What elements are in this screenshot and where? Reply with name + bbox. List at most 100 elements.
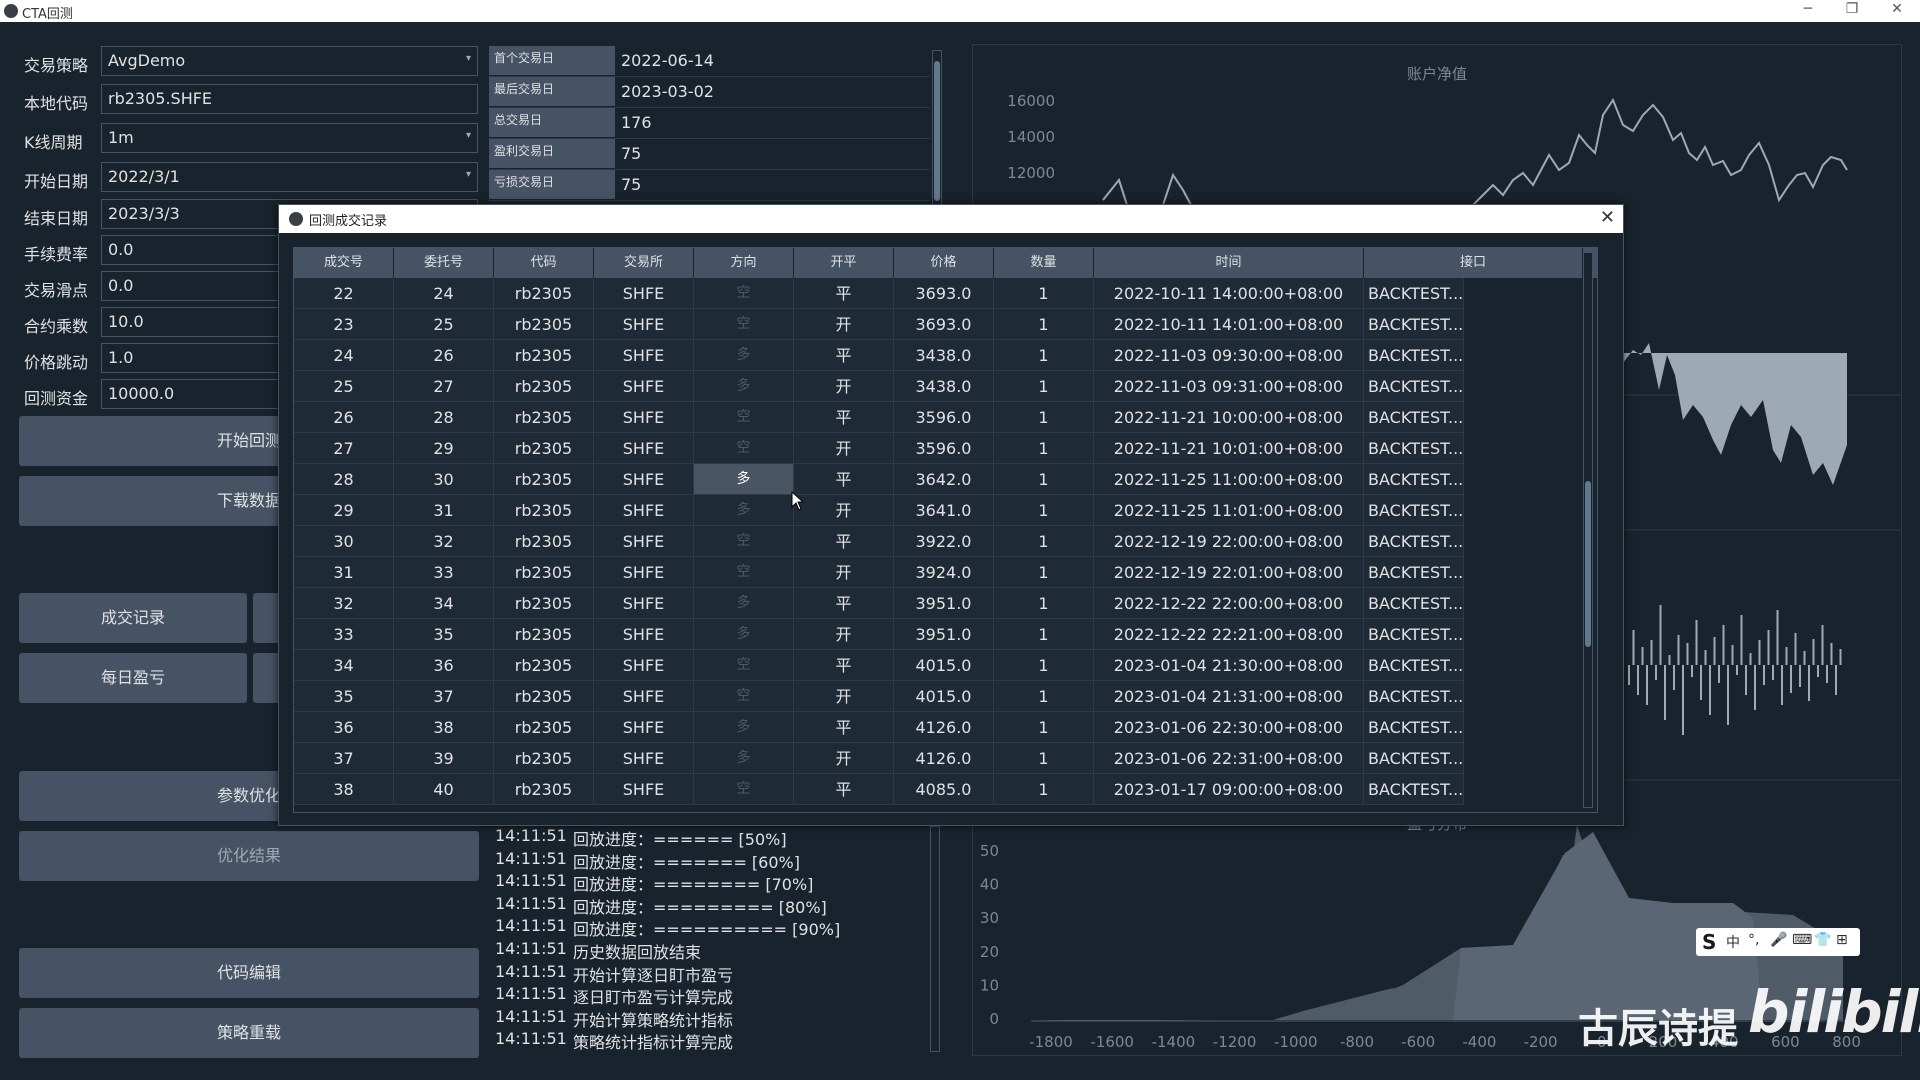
table-cell[interactable]: 1: [994, 278, 1094, 309]
table-cell[interactable]: 1: [994, 743, 1094, 774]
table-cell[interactable]: 3922.0: [894, 526, 994, 557]
table-cell[interactable]: BACKTEST...: [1364, 433, 1464, 464]
table-cell[interactable]: 2022-11-21 10:01:00+08:00: [1094, 433, 1364, 464]
table-cell[interactable]: 平: [794, 774, 894, 805]
table-cell[interactable]: rb2305: [494, 681, 594, 712]
chevron-down-icon[interactable]: ▾: [466, 53, 471, 64]
table-cell[interactable]: BACKTEST...: [1364, 743, 1464, 774]
table-row[interactable]: 29 31 rb2305 SHFE 多开 3641.0 1 2022-11-25 11:01:…: [294, 495, 1464, 526]
table-scrollbar[interactable]: [1583, 252, 1593, 808]
table-cell[interactable]: rb2305: [494, 402, 594, 433]
ime-chinese-mode-icon[interactable]: 中: [1726, 932, 1740, 952]
table-cell[interactable]: 36: [394, 650, 494, 681]
table-cell[interactable]: 空: [694, 681, 794, 712]
table-cell[interactable]: 3438.0: [894, 340, 994, 371]
table-cell[interactable]: SHFE: [594, 278, 694, 309]
table-cell[interactable]: 空: [694, 278, 794, 309]
table-cell[interactable]: 30: [294, 526, 394, 557]
table-cell[interactable]: 35: [394, 619, 494, 650]
table-cell[interactable]: 37: [394, 681, 494, 712]
table-cell[interactable]: 2022-12-22 22:21:00+08:00: [1094, 619, 1364, 650]
table-cell[interactable]: SHFE: [594, 433, 694, 464]
form-dropdown[interactable]: AvgDemo ▾: [101, 46, 478, 76]
table-cell[interactable]: 1: [994, 650, 1094, 681]
table-cell[interactable]: BACKTEST...: [1364, 681, 1464, 712]
table-cell[interactable]: 27: [294, 433, 394, 464]
column-header[interactable]: 价格: [894, 248, 994, 278]
table-cell[interactable]: SHFE: [594, 464, 694, 495]
table-cell[interactable]: BACKTEST...: [1364, 340, 1464, 371]
strategy-reload-button[interactable]: 策略重载: [19, 1008, 479, 1058]
table-cell[interactable]: 24: [394, 278, 494, 309]
table-cell[interactable]: 空: [694, 309, 794, 340]
table-cell[interactable]: 1: [994, 371, 1094, 402]
optimize-result-button[interactable]: 优化结果: [19, 831, 479, 881]
table-cell[interactable]: 33: [294, 619, 394, 650]
ime-punctuation-icon[interactable]: °,: [1748, 932, 1759, 948]
table-cell[interactable]: rb2305: [494, 650, 594, 681]
table-cell[interactable]: 25: [394, 309, 494, 340]
table-row[interactable]: 33 35 rb2305 SHFE 多开 3951.0 1 2022-12-22 22:21:…: [294, 619, 1464, 650]
table-cell[interactable]: 34: [294, 650, 394, 681]
table-cell[interactable]: 2022-10-11 14:00:00+08:00: [1094, 278, 1364, 309]
table-cell[interactable]: 2022-11-25 11:01:00+08:00: [1094, 495, 1364, 526]
table-cell[interactable]: 多: [694, 340, 794, 371]
table-cell[interactable]: 平: [794, 526, 894, 557]
statistics-scrollbar[interactable]: [932, 50, 942, 206]
table-cell[interactable]: 多: [694, 495, 794, 526]
table-cell[interactable]: 4126.0: [894, 743, 994, 774]
table-cell[interactable]: 开: [794, 371, 894, 402]
table-cell[interactable]: 开: [794, 619, 894, 650]
table-cell[interactable]: 1: [994, 557, 1094, 588]
column-header[interactable]: 时间: [1094, 248, 1364, 278]
table-cell[interactable]: 平: [794, 712, 894, 743]
table-cell[interactable]: 1: [994, 774, 1094, 805]
table-cell[interactable]: 2023-01-04 21:30:00+08:00: [1094, 650, 1364, 681]
table-cell[interactable]: SHFE: [594, 619, 694, 650]
table-cell[interactable]: 2023-01-06 22:31:00+08:00: [1094, 743, 1364, 774]
table-cell[interactable]: 多: [694, 619, 794, 650]
table-cell[interactable]: 空: [694, 774, 794, 805]
trade-records-button[interactable]: 成交记录: [19, 593, 247, 643]
table-cell[interactable]: 开: [794, 743, 894, 774]
table-cell[interactable]: 2023-01-04 21:31:00+08:00: [1094, 681, 1364, 712]
table-cell[interactable]: 开: [794, 557, 894, 588]
table-cell[interactable]: 24: [294, 340, 394, 371]
table-cell[interactable]: SHFE: [594, 712, 694, 743]
table-cell[interactable]: rb2305: [494, 619, 594, 650]
table-cell[interactable]: rb2305: [494, 743, 594, 774]
table-cell[interactable]: 3693.0: [894, 278, 994, 309]
table-cell[interactable]: rb2305: [494, 712, 594, 743]
table-cell[interactable]: 多: [694, 712, 794, 743]
form-dropdown[interactable]: 1m ▾: [101, 123, 478, 153]
column-header[interactable]: 数量: [994, 248, 1094, 278]
table-row[interactable]: 32 34 rb2305 SHFE 多平 3951.0 1 2022-12-22 22:00:…: [294, 588, 1464, 619]
table-row[interactable]: 24 26 rb2305 SHFE 多平 3438.0 1 2022-11-03 09:30:…: [294, 340, 1464, 371]
table-cell[interactable]: 1: [994, 433, 1094, 464]
table-row[interactable]: 30 32 rb2305 SHFE 空平 3922.0 1 2022-12-19 22:00:…: [294, 526, 1464, 557]
table-cell[interactable]: BACKTEST...: [1364, 650, 1464, 681]
table-cell[interactable]: 2022-10-11 14:01:00+08:00: [1094, 309, 1364, 340]
table-cell[interactable]: 2022-11-25 11:00:00+08:00: [1094, 464, 1364, 495]
table-cell[interactable]: BACKTEST...: [1364, 495, 1464, 526]
statistics-scroll-thumb[interactable]: [934, 61, 940, 201]
restore-button[interactable]: ❐: [1837, 1, 1867, 17]
table-cell[interactable]: 3438.0: [894, 371, 994, 402]
table-cell[interactable]: 26: [394, 340, 494, 371]
table-cell[interactable]: rb2305: [494, 309, 594, 340]
table-row[interactable]: 31 33 rb2305 SHFE 空开 3924.0 1 2022-12-19 22:01:…: [294, 557, 1464, 588]
table-cell[interactable]: SHFE: [594, 774, 694, 805]
table-cell[interactable]: 30: [394, 464, 494, 495]
table-cell[interactable]: 3951.0: [894, 619, 994, 650]
table-cell[interactable]: 28: [394, 402, 494, 433]
table-cell[interactable]: 1: [994, 619, 1094, 650]
table-cell[interactable]: BACKTEST...: [1364, 402, 1464, 433]
table-cell[interactable]: rb2305: [494, 340, 594, 371]
table-scroll-thumb[interactable]: [1585, 481, 1591, 647]
table-cell[interactable]: 多: [694, 371, 794, 402]
table-cell[interactable]: 开: [794, 309, 894, 340]
column-header[interactable]: 交易所: [594, 248, 694, 278]
table-cell[interactable]: 3641.0: [894, 495, 994, 526]
column-header[interactable]: 方向: [694, 248, 794, 278]
table-row[interactable]: 38 40 rb2305 SHFE 空平 4085.0 1 2023-01-17 09:00:…: [294, 774, 1464, 805]
